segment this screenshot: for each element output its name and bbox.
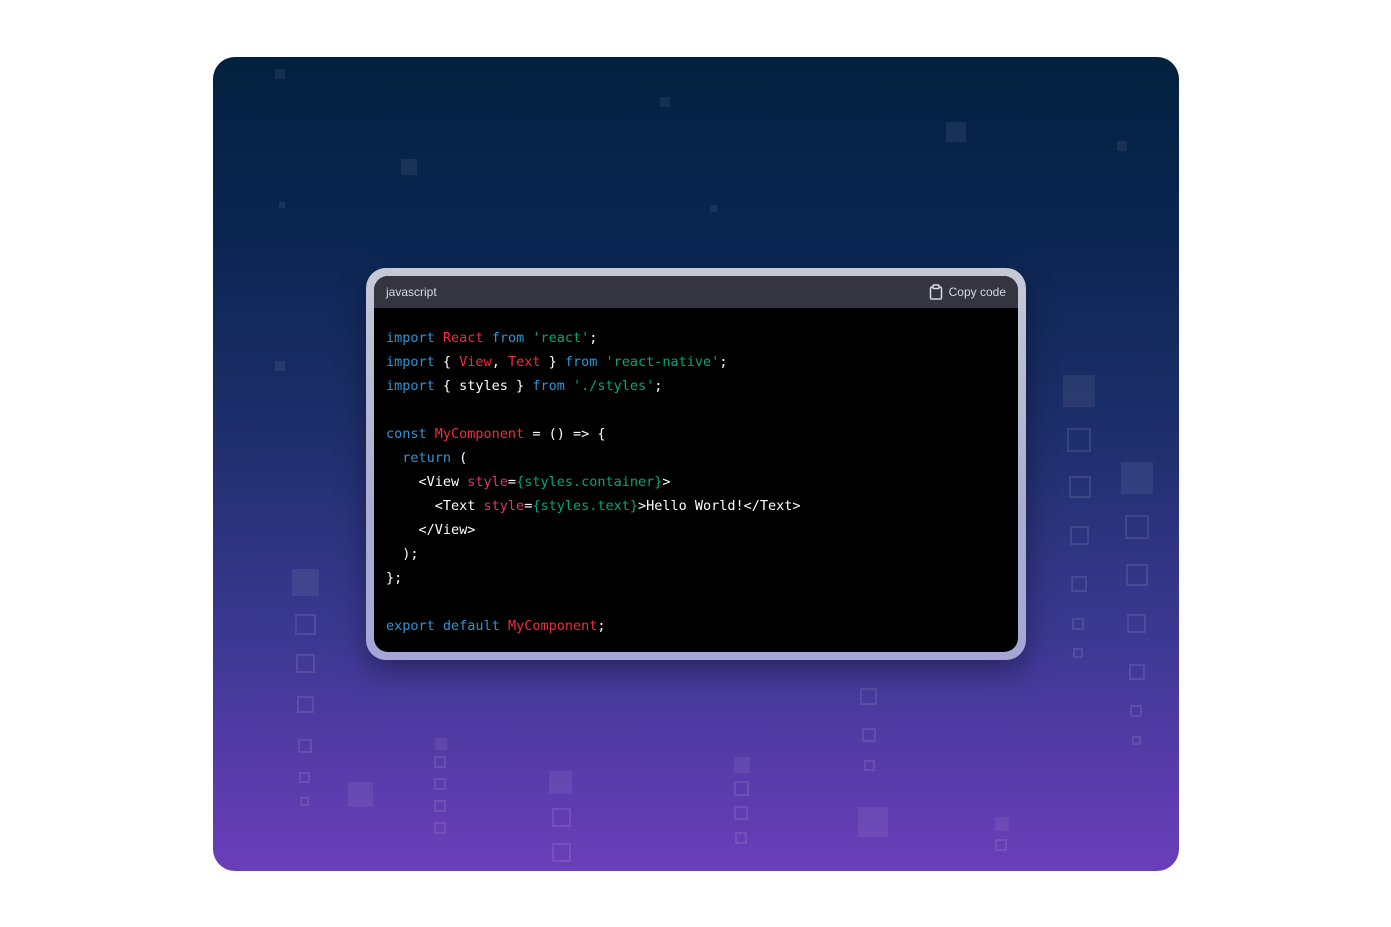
code-token: ;	[719, 354, 728, 370]
code-token: };	[386, 570, 403, 586]
code-token: );	[386, 546, 419, 562]
code-token: }	[540, 354, 565, 370]
copy-code-label: Copy code	[948, 285, 1006, 299]
code-line: import { styles } from './styles';	[386, 374, 1006, 398]
code-token: {	[434, 354, 460, 370]
code-token: const	[386, 426, 427, 442]
code-token: {styles.container}	[516, 474, 663, 490]
code-token: import	[386, 378, 435, 394]
code-token: from	[532, 378, 565, 394]
code-token: >	[662, 474, 671, 490]
code-token: default	[442, 618, 500, 634]
code-token: ;	[654, 378, 663, 394]
code-frame: javascript Copy code import React from '…	[366, 268, 1026, 660]
code-token: >Hello World!</Text>	[638, 498, 801, 514]
code-token: { styles }	[434, 378, 533, 394]
code-token: View	[459, 354, 492, 370]
code-token: from	[564, 354, 598, 370]
code-token: </View>	[386, 522, 476, 538]
code-line: );	[386, 542, 1006, 566]
code-token: React	[442, 330, 484, 346]
code-line: <Text style={styles.text}>Hello World!</…	[386, 494, 1006, 518]
copy-code-button[interactable]: Copy code	[929, 284, 1006, 300]
code-content[interactable]: import React from 'react'; import { View,…	[374, 308, 1018, 650]
code-token: 'react'	[532, 330, 590, 346]
code-line: };	[386, 566, 1006, 590]
code-token: Text	[507, 354, 541, 370]
code-token: (	[451, 450, 468, 466]
code-token: 'react-native'	[605, 354, 720, 370]
code-token: return	[402, 450, 452, 466]
code-token: =	[507, 474, 517, 490]
code-line: export default MyComponent;	[386, 614, 1006, 638]
code-line: import React from 'react';	[386, 326, 1006, 350]
code-token: from	[491, 330, 525, 346]
code-token: <View	[386, 474, 468, 490]
code-token: ;	[589, 330, 598, 346]
code-line: import { View, Text } from 'react-native…	[386, 350, 1006, 374]
code-token: ,	[491, 354, 508, 370]
language-label: javascript	[386, 285, 437, 299]
code-token: MyComponent	[507, 618, 598, 634]
code-line: return (	[386, 446, 1006, 470]
clipboard-icon	[929, 284, 943, 300]
code-token: import	[386, 354, 435, 370]
code-token: './styles'	[572, 378, 655, 394]
code-token: export	[386, 618, 435, 634]
code-window: javascript Copy code import React from '…	[374, 276, 1018, 652]
code-token: <Text	[386, 498, 484, 514]
code-token: style	[467, 474, 508, 490]
code-token: import	[386, 330, 435, 346]
code-line: <View style={styles.container}>	[386, 470, 1006, 494]
code-token: ;	[597, 618, 606, 634]
code-token: style	[483, 498, 525, 514]
code-token: MyComponent	[434, 426, 525, 442]
code-token: = () => {	[524, 426, 606, 442]
code-header: javascript Copy code	[374, 276, 1018, 308]
code-line: const MyComponent = () => {	[386, 422, 1006, 446]
code-line: </View>	[386, 518, 1006, 542]
code-token: {styles.text}	[532, 498, 638, 514]
